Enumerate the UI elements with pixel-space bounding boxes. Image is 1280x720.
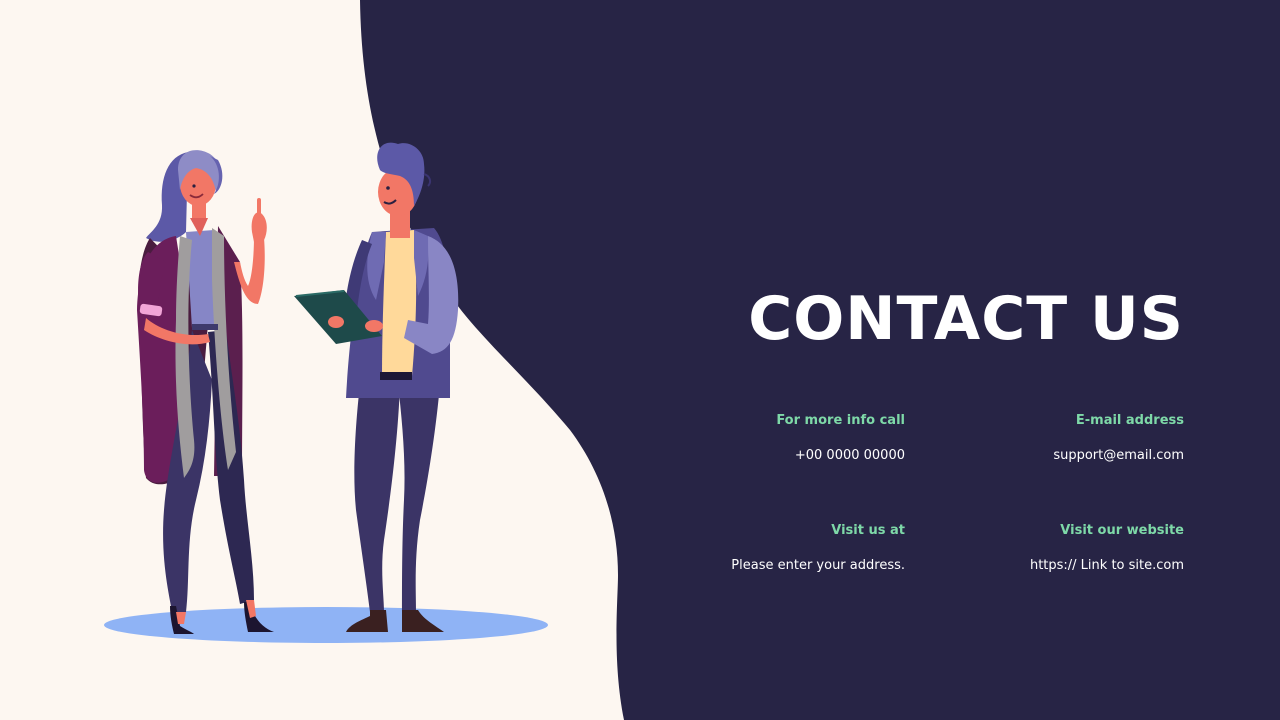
contact-email-block: E-mail address support@email.com (864, 412, 1184, 465)
dark-wave-panel (360, 0, 1280, 720)
contact-call-value: +00 0000 00000 (794, 448, 905, 463)
woman-figure (137, 150, 274, 634)
contact-call-block: For more info call +00 0000 00000 (585, 412, 905, 465)
contact-address-label: Visit us at (831, 523, 905, 538)
contact-email-value: support@email.com (1053, 448, 1184, 463)
contact-website-label: Visit our website (1060, 523, 1184, 538)
slide-title: CONTACT US (748, 284, 1184, 354)
contact-website-block: Visit our website https:// Link to site.… (864, 522, 1184, 575)
slide-background (104, 0, 1280, 720)
contact-website-value[interactable]: https:// Link to site.com (864, 557, 1184, 575)
contact-address-block: Visit us at Please enter your address. (585, 522, 905, 575)
contact-address-value: Please enter your address. (731, 558, 905, 573)
contact-email-label: E-mail address (1075, 413, 1184, 428)
contact-call-label: For more info call (776, 413, 905, 428)
